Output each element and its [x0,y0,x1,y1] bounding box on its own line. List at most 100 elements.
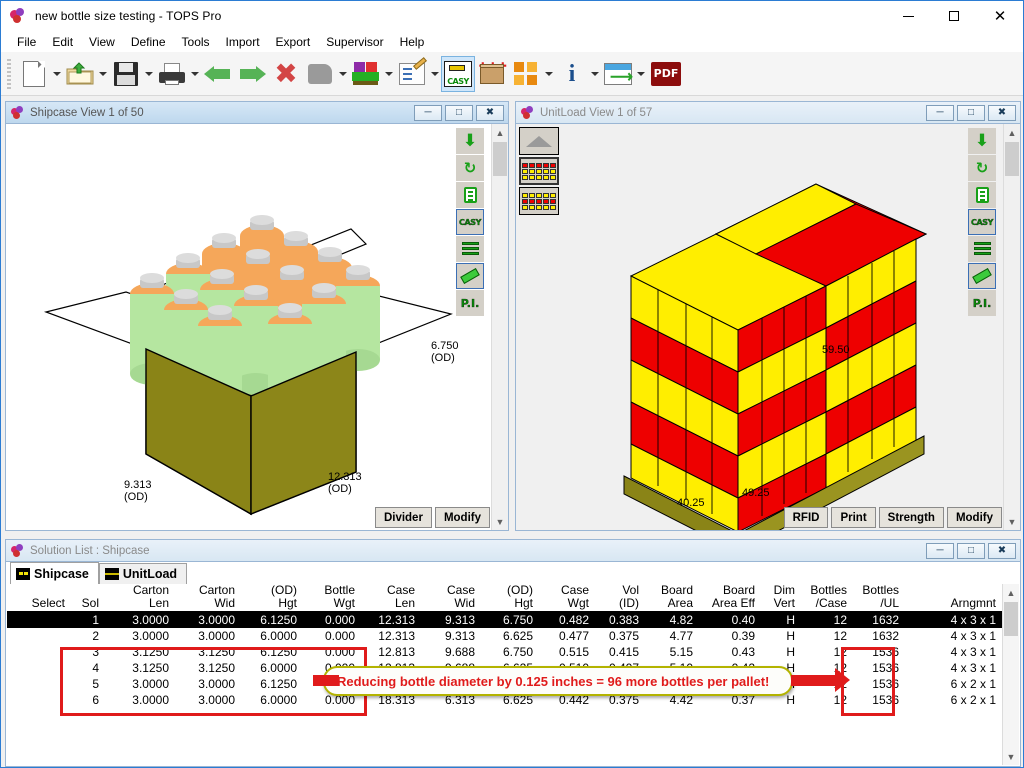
unitload-scroll-up-icon[interactable]: ▲ [1004,124,1020,141]
solution-scroll-down-icon[interactable]: ▼ [1003,748,1019,765]
table-row[interactable]: 33.12503.12506.12500.00012.8139.6886.750… [7,644,1002,660]
solution-list-minimize-button[interactable]: ─ [926,543,954,559]
unitload-rotate-icon[interactable]: ↻ [968,155,996,181]
col-arngmnt[interactable]: Arngmnt [905,584,1002,612]
unitload-down-arrow-icon[interactable]: ⬇ [968,128,996,154]
close-button[interactable]: ✕ [977,1,1023,31]
col-bottles-case[interactable]: Bottles/Case [801,584,853,612]
col-sol[interactable]: Sol [71,584,105,612]
save-dropdown-icon[interactable] [143,56,155,92]
menu-define[interactable]: Define [123,33,174,51]
unitload-canvas[interactable]: 59.50 40.25 49.25 [516,124,1020,530]
print-icon[interactable] [155,56,189,92]
open-folder-dropdown-icon[interactable] [97,56,109,92]
col-od-hgt[interactable]: (OD)Hgt [241,584,303,612]
package-compression-icon[interactable]: ✚✚✚ [475,56,509,92]
solution-scroll-up-icon[interactable]: ▲ [1003,584,1019,601]
shipcase-restore-button[interactable]: □ [445,105,473,121]
table-row[interactable]: 13.00003.00006.12500.00012.3139.3136.750… [7,612,1002,629]
block-arrangement-dropdown-icon[interactable] [543,56,555,92]
shipcase-scroll-thumb[interactable] [493,142,507,176]
unitload-scroll-down-icon[interactable]: ▼ [1004,513,1020,530]
col-bottle-wgt[interactable]: BottleWgt [303,584,361,612]
pdf-icon[interactable]: PDF [647,56,685,92]
shipcase-down-arrow-icon[interactable]: ⬇ [456,128,484,154]
unitload-pi-icon[interactable]: P.I. [968,290,996,316]
toolbar-grip[interactable] [7,59,11,89]
print-button[interactable]: Print [831,507,875,528]
col-case-hgt[interactable]: (OD)Hgt [481,584,539,612]
row-select-cell[interactable] [7,676,71,692]
solution-scroll-thumb[interactable] [1004,602,1018,636]
mouse-dropdown-icon[interactable] [337,56,349,92]
rfid-button[interactable]: RFID [784,507,829,528]
unitload-scroll-thumb[interactable] [1005,142,1019,176]
unitload-vertical-scrollbar[interactable]: ▲ ▼ [1003,124,1020,530]
minimize-button[interactable] [885,1,931,31]
shipcase-pi-icon[interactable]: P.I. [456,290,484,316]
delete-x-icon[interactable]: ✖ [269,56,303,92]
shipcase-clipboard-icon[interactable] [456,182,484,208]
solution-list-restore-button[interactable]: □ [957,543,985,559]
new-document-dropdown-icon[interactable] [51,56,63,92]
divider-button[interactable]: Divider [375,507,432,528]
col-vol-id[interactable]: Vol(ID) [595,584,645,612]
casy-icon[interactable]: CASY [441,56,475,92]
table-row[interactable]: 23.00003.00006.00000.00012.3139.3136.625… [7,628,1002,644]
col-carton-wid[interactable]: CartonWid [175,584,241,612]
unitload-layers-icon[interactable] [968,236,996,262]
layer-thumb-pattern-a[interactable] [519,157,559,185]
menu-edit[interactable]: Edit [44,33,81,51]
layer-thumb-pattern-b[interactable] [519,187,559,215]
col-board-area-eff[interactable]: BoardArea Eff [699,584,761,612]
tab-shipcase[interactable]: Shipcase [10,562,99,584]
menu-supervisor[interactable]: Supervisor [318,33,391,51]
shipcase-vertical-scrollbar[interactable]: ▲ ▼ [491,124,508,530]
solution-list-scrollbar[interactable]: ▲ ▼ [1002,584,1019,765]
pallet-load-dropdown-icon[interactable] [383,56,395,92]
menu-view[interactable]: View [81,33,123,51]
col-select[interactable]: Select [7,584,71,612]
unitload-minimize-button[interactable]: ─ [926,105,954,121]
menu-help[interactable]: Help [392,33,433,51]
row-select-cell[interactable] [7,692,71,708]
export-window-dropdown-icon[interactable] [635,56,647,92]
shipcase-layers-icon[interactable] [456,236,484,262]
mouse-icon[interactable] [303,56,337,92]
tab-unitload[interactable]: UnitLoad [99,563,187,584]
save-icon[interactable] [109,56,143,92]
unitload-ruler-icon[interactable] [968,263,996,289]
row-select-cell[interactable] [7,628,71,644]
solution-list-close-button[interactable]: ✖ [988,543,1016,559]
open-folder-icon[interactable] [63,56,97,92]
col-board-area[interactable]: BoardArea [645,584,699,612]
shipcase-canvas[interactable]: 6.750 (OD) 9.313 (OD) 12.313 (OD) ⬇ ↻ CA… [6,124,508,530]
row-select-cell[interactable] [7,644,71,660]
menu-import[interactable]: Import [218,33,268,51]
row-select-cell[interactable] [7,660,71,676]
shipcase-close-button[interactable]: ✖ [476,105,504,121]
unitload-close-button[interactable]: ✖ [988,105,1016,121]
forward-arrow-icon[interactable] [235,56,269,92]
shipcase-scroll-up-icon[interactable]: ▲ [492,124,508,141]
shipcase-ruler-icon[interactable] [456,263,484,289]
info-dropdown-icon[interactable] [589,56,601,92]
col-case-wgt[interactable]: CaseWgt [539,584,595,612]
edit-note-icon[interactable] [395,56,429,92]
layer-thumb-pallet-top[interactable] [519,127,559,155]
pallet-load-icon[interactable] [349,56,383,92]
unitload-restore-button[interactable]: □ [957,105,985,121]
maximize-button[interactable] [931,1,977,31]
info-icon[interactable]: i [555,56,589,92]
shipcase-casy-icon[interactable]: CASY [456,209,484,235]
shipcase-scroll-down-icon[interactable]: ▼ [492,513,508,530]
col-bottles-ul[interactable]: Bottles/UL [853,584,905,612]
col-dim-vert[interactable]: DimVert [761,584,801,612]
block-arrangement-icon[interactable] [509,56,543,92]
shipcase-minimize-button[interactable]: ─ [414,105,442,121]
export-window-icon[interactable]: ⟶ [601,56,635,92]
print-dropdown-icon[interactable] [189,56,201,92]
menu-export[interactable]: Export [268,33,319,51]
shipcase-modify-button[interactable]: Modify [435,507,490,528]
unitload-clipboard-icon[interactable] [968,182,996,208]
